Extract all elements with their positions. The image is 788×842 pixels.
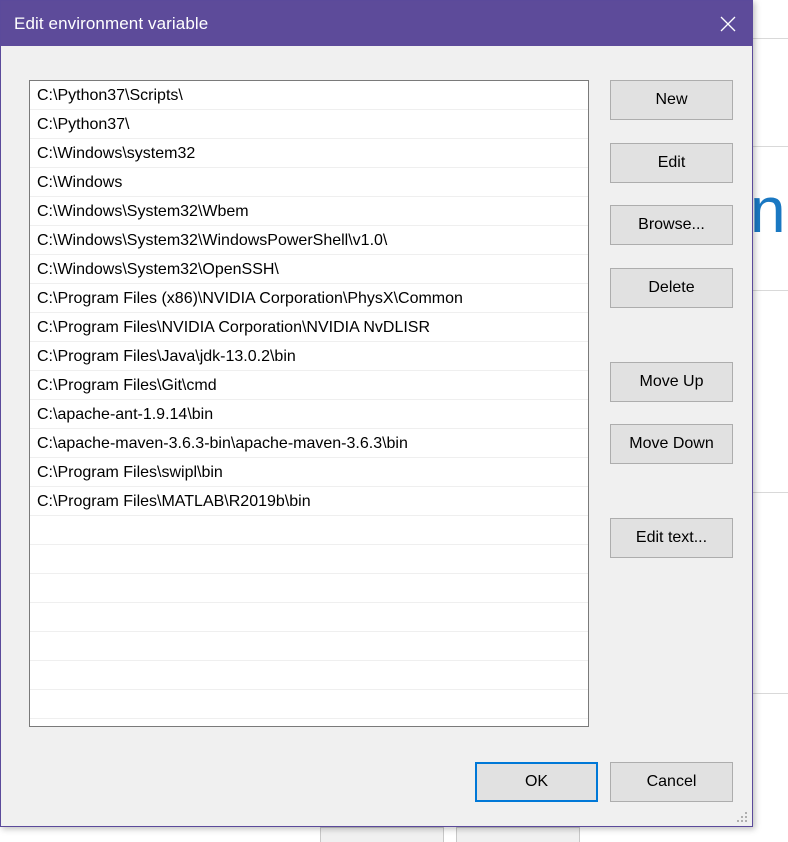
- close-icon: [720, 16, 736, 31]
- background-divider: [753, 38, 788, 39]
- path-list-item[interactable]: C:\Windows: [30, 168, 588, 197]
- path-list-item[interactable]: C:\Program Files\swipl\bin: [30, 458, 588, 487]
- cancel-button[interactable]: Cancel: [610, 762, 733, 802]
- move-down-button-label: Move Down: [629, 435, 714, 452]
- move-up-button-label: Move Up: [639, 373, 704, 390]
- edit-button-label: Edit: [657, 154, 686, 171]
- move-down-button[interactable]: Move Down: [610, 424, 733, 464]
- empty-list-row[interactable]: [30, 690, 588, 719]
- title-bar[interactable]: Edit environment variable: [1, 1, 752, 46]
- empty-list-row[interactable]: [30, 545, 588, 574]
- path-list-item[interactable]: C:\Windows\system32: [30, 139, 588, 168]
- new-button[interactable]: New: [610, 80, 733, 120]
- path-list-item[interactable]: C:\Python37\: [30, 110, 588, 139]
- background-button: [320, 827, 444, 842]
- empty-list-row[interactable]: [30, 632, 588, 661]
- path-list-item[interactable]: C:\Program Files\Git\cmd: [30, 371, 588, 400]
- cancel-button-label: Cancel: [646, 773, 697, 790]
- dialog-title: Edit environment variable: [14, 14, 209, 33]
- path-list-item[interactable]: C:\Program Files\MATLAB\R2019b\bin: [30, 487, 588, 516]
- background-divider: [753, 693, 788, 694]
- move-up-button[interactable]: Move Up: [610, 362, 733, 402]
- delete-button[interactable]: Delete: [610, 268, 733, 308]
- ok-button-label: OK: [524, 773, 549, 790]
- edit-button[interactable]: Edit: [610, 143, 733, 183]
- new-button-label: New: [655, 91, 688, 108]
- path-list-item[interactable]: C:\Python37\Scripts\: [30, 81, 588, 110]
- empty-list-row[interactable]: [30, 574, 588, 603]
- path-list-item[interactable]: C:\apache-maven-3.6.3-bin\apache-maven-3…: [30, 429, 588, 458]
- path-list[interactable]: C:\Python37\Scripts\ C:\Python37\ C:\Windo…: [29, 80, 589, 727]
- background-divider: [753, 492, 788, 493]
- close-button[interactable]: [704, 1, 752, 46]
- path-list-item[interactable]: C:\Windows\System32\Wbem: [30, 197, 588, 226]
- background-button: [456, 827, 580, 842]
- empty-list-row[interactable]: [30, 661, 588, 690]
- empty-list-row[interactable]: [30, 603, 588, 632]
- path-list-item[interactable]: C:\Program Files\Java\jdk-13.0.2\bin: [30, 342, 588, 371]
- path-list-item[interactable]: C:\Program Files (x86)\NVIDIA Corporatio…: [30, 284, 588, 313]
- edit-text-button[interactable]: Edit text...: [610, 518, 733, 558]
- browse-button-label: Browse...: [638, 216, 705, 233]
- background-heading-fragment: nc: [750, 174, 788, 246]
- browse-button[interactable]: Browse...: [610, 205, 733, 245]
- path-list-item[interactable]: C:\Windows\System32\WindowsPowerShell\v1…: [30, 226, 588, 255]
- resize-grip-icon[interactable]: [736, 811, 748, 823]
- ok-button[interactable]: OK: [475, 762, 598, 802]
- path-list-item[interactable]: C:\Windows\System32\OpenSSH\: [30, 255, 588, 284]
- path-list-item[interactable]: C:\Program Files\NVIDIA Corporation\NVID…: [30, 313, 588, 342]
- background-divider: [753, 146, 788, 147]
- delete-button-label: Delete: [648, 279, 695, 296]
- edit-text-button-label: Edit text...: [635, 529, 708, 546]
- background-window: [753, 0, 788, 841]
- empty-list-row[interactable]: [30, 516, 588, 545]
- edit-environment-variable-dialog: Edit environment variable C:\Python37\Sc…: [0, 0, 753, 827]
- path-list-item[interactable]: C:\apache-ant-1.9.14\bin: [30, 400, 588, 429]
- background-divider: [753, 290, 788, 291]
